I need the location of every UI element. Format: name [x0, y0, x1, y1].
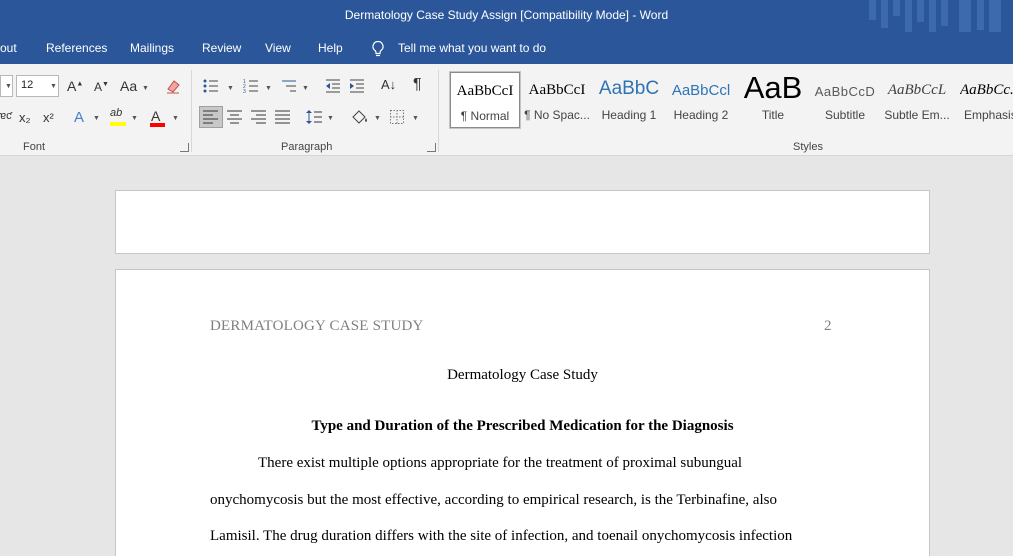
style-sample: AaBbCcI [456, 83, 514, 99]
style-label: Heading 2 [673, 108, 729, 122]
window-title: Dermatology Case Study Assign [Compatibi… [344, 8, 669, 22]
font-size-dropdown-icon[interactable]: ▼ [50, 83, 57, 90]
justify-icon[interactable] [275, 110, 291, 124]
highlight-icon[interactable]: ab [110, 107, 122, 119]
style-label: ¶ Normal [460, 109, 510, 123]
document-page[interactable]: DERMATOLOGY CASE STUDY 2 Dermatology Cas… [115, 269, 930, 556]
style-sample: AaBbCc. [960, 82, 1013, 98]
font-group-label: Font [23, 141, 46, 153]
lightbulb-icon [372, 40, 384, 57]
style-label: ¶ No Spac... [524, 108, 590, 122]
line-spacing-icon[interactable] [306, 109, 322, 125]
superscript-icon[interactable]: x² [43, 110, 54, 125]
tab-layout[interactable]: out [0, 41, 17, 55]
bullets-dropdown-icon[interactable]: ▼ [227, 85, 234, 92]
highlight-color-bar [110, 122, 126, 126]
style-label: Heading 1 [601, 108, 657, 122]
tab-references[interactable]: References [46, 41, 107, 55]
numbering-dropdown-icon[interactable]: ▼ [265, 85, 272, 92]
section-heading: Type and Duration of the Prescribed Medi… [311, 418, 734, 434]
style-emphasis[interactable]: AaBbCc. Emphasis [954, 72, 1013, 128]
style-sample: AaB [743, 70, 803, 105]
decrease-indent-icon[interactable] [325, 78, 341, 94]
change-case-dropdown-icon[interactable]: ▼ [142, 85, 149, 92]
style-label: Title [761, 108, 785, 122]
line-spacing-dropdown-icon[interactable]: ▼ [327, 115, 334, 122]
group-divider [191, 70, 192, 152]
style-sample: AaBbCcI [528, 82, 586, 98]
strikethrough-icon[interactable]: ɐƈ [0, 110, 12, 122]
font-size-value: 12 [21, 79, 34, 91]
style-no-spacing[interactable]: AaBbCcI ¶ No Spac... [522, 72, 592, 128]
page-number: 2 [824, 318, 832, 334]
style-normal[interactable]: AaBbCcI ¶ Normal [449, 71, 521, 129]
multilevel-list-icon[interactable] [281, 78, 297, 94]
increase-indent-icon[interactable] [349, 78, 365, 94]
style-sample: AaBbCcl [671, 82, 731, 99]
borders-dropdown-icon[interactable]: ▼ [412, 115, 419, 122]
tab-help[interactable]: Help [318, 41, 343, 55]
subscript-icon[interactable]: x₂ [19, 110, 31, 125]
paragraph-line: There exist multiple options appropriate… [258, 455, 743, 471]
style-label: Subtle Em... [884, 108, 950, 122]
previous-page[interactable] [115, 190, 930, 254]
font-color-dropdown-icon[interactable]: ▼ [172, 115, 179, 122]
align-left-icon [203, 110, 218, 124]
align-right-icon[interactable] [251, 110, 267, 124]
paragraph-dialog-launcher-icon[interactable] [427, 143, 436, 152]
running-header: DERMATOLOGY CASE STUDY [210, 318, 424, 334]
tab-view[interactable]: View [265, 41, 291, 55]
borders-icon[interactable] [390, 110, 404, 124]
style-subtle-emphasis[interactable]: AaBbCcL Subtle Em... [882, 72, 952, 128]
bullets-icon[interactable] [203, 78, 219, 94]
style-sample: AaBbC [598, 78, 660, 99]
style-label: Emphasis [964, 108, 1013, 122]
style-title[interactable]: AaB Title [738, 70, 808, 128]
paragraph-line: onychomycosis but the most effective, ac… [210, 492, 777, 508]
text-effects-dropdown-icon[interactable]: ▼ [93, 115, 100, 122]
paragraph-line: Lamisil. The drug duration differs with … [210, 528, 793, 544]
font-dialog-launcher-icon[interactable] [180, 143, 189, 152]
group-divider [438, 70, 439, 152]
document-title: Dermatology Case Study [447, 367, 598, 383]
show-formatting-marks-icon[interactable]: ¶ [413, 76, 422, 94]
title-bar: Dermatology Case Study Assign [Compatibi… [0, 0, 1013, 36]
tab-mailings[interactable]: Mailings [130, 41, 174, 55]
ribbon: ▼ 12 ▼ A▲ A▼ Aa ▼ ɐƈ x₂ x² A ▼ ab ▼ A ▼ … [0, 64, 1013, 156]
numbering-icon[interactable]: 123 [243, 78, 259, 94]
tell-me-search[interactable]: Tell me what you want to do [398, 41, 546, 55]
align-center-icon[interactable] [227, 110, 243, 124]
shading-dropdown-icon[interactable]: ▼ [374, 115, 381, 122]
svg-text:3: 3 [243, 89, 246, 94]
grow-font-icon[interactable]: A▲ [67, 78, 83, 94]
highlight-dropdown-icon[interactable]: ▼ [131, 115, 138, 122]
title-bar-pattern [869, 0, 1001, 36]
multilevel-dropdown-icon[interactable]: ▼ [302, 85, 309, 92]
font-name-dropdown-icon[interactable]: ▼ [5, 83, 12, 90]
font-color-icon[interactable]: A [151, 108, 160, 124]
style-heading-1[interactable]: AaBbC Heading 1 [594, 72, 664, 128]
paragraph-group-label: Paragraph [281, 141, 333, 153]
style-sample: AaBbCcL [887, 82, 947, 98]
tab-review[interactable]: Review [202, 41, 241, 55]
font-color-bar [150, 123, 165, 127]
change-case-button[interactable]: Aa [120, 78, 137, 94]
text-effects-icon[interactable]: A [74, 109, 84, 126]
clear-formatting-icon[interactable] [165, 78, 181, 94]
style-label: Subtitle [824, 108, 866, 122]
shrink-font-icon[interactable]: A▼ [94, 80, 109, 94]
style-subtitle[interactable]: AaBbCcD Subtitle [810, 72, 880, 128]
styles-group-label: Styles [793, 141, 823, 153]
menu-bar: out References Mailings Review View Help… [0, 32, 1013, 64]
style-sample: AaBbCcD [814, 84, 876, 99]
shading-icon[interactable] [351, 109, 369, 125]
style-heading-2[interactable]: AaBbCcl Heading 2 [666, 72, 736, 128]
sort-icon[interactable]: A↓ [381, 77, 396, 92]
